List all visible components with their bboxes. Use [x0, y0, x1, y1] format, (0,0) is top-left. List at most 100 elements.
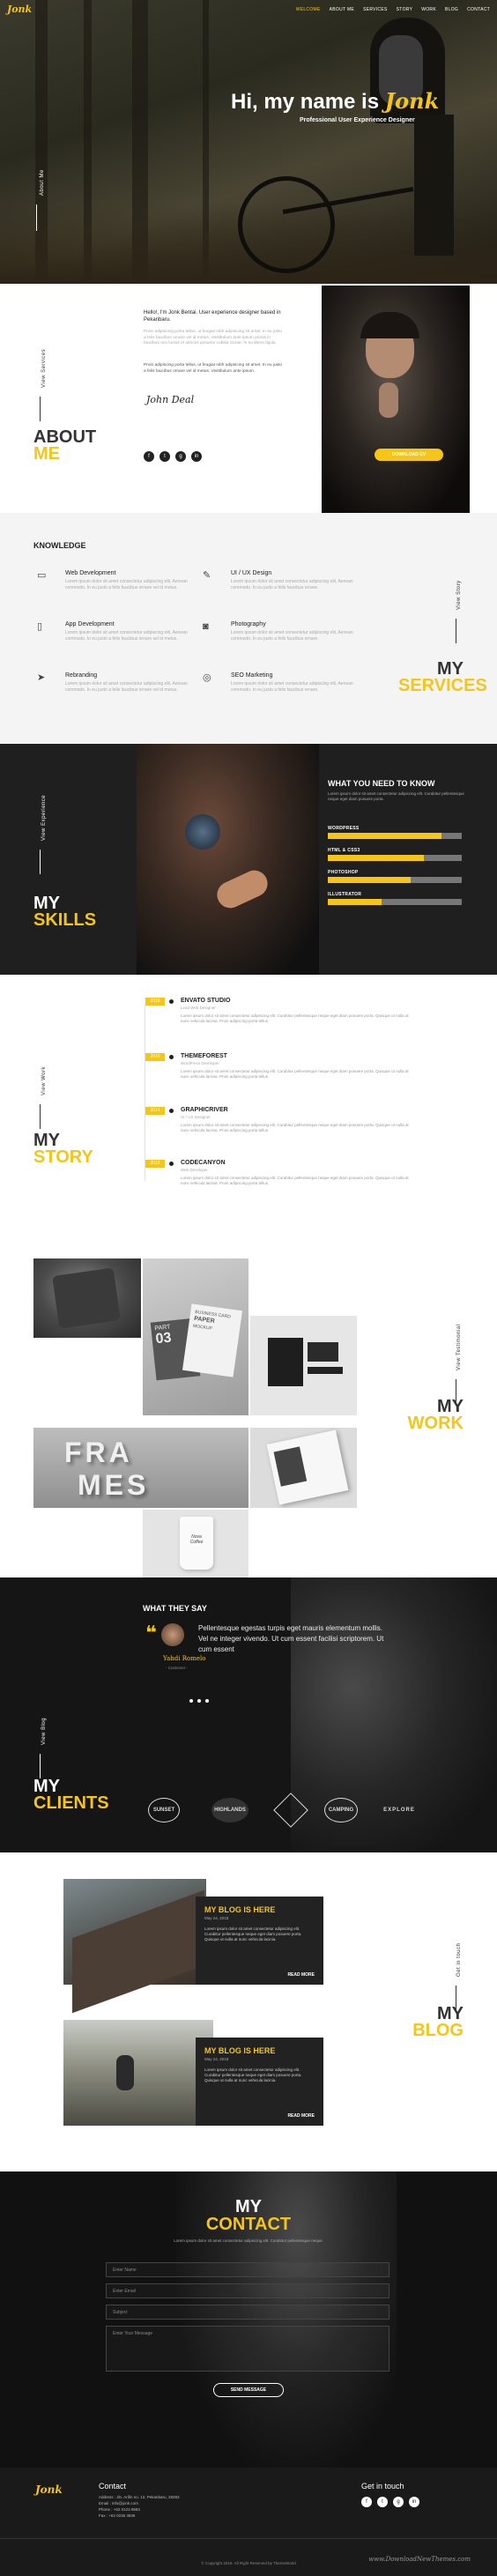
work-title: MY WORK — [407, 1397, 464, 1433]
blog-side-label[interactable]: Get in touch — [456, 1943, 462, 1977]
pen-icon: ✎ — [203, 570, 211, 581]
blog-card: MY BLOG IS HERE May 24, 2018 Lorem ipsum… — [196, 1897, 323, 1985]
nav-item-blog[interactable]: BLOG — [445, 7, 458, 12]
client-logo[interactable]: CAMPING — [324, 1798, 358, 1823]
footer-logo[interactable]: Jonk — [35, 2483, 63, 2496]
slider-dot[interactable] — [189, 1699, 193, 1703]
blog-excerpt: Lorem ipsum dolor sit amet consectetur a… — [204, 2067, 302, 2082]
message-field[interactable]: Enter Your Message — [106, 2326, 389, 2372]
google-plus-icon[interactable]: g — [393, 2497, 404, 2507]
twitter-icon[interactable]: t — [159, 451, 170, 462]
download-cv-button[interactable]: DOWNLOAD CV — [375, 449, 443, 461]
services-side-label[interactable]: View Story — [456, 580, 462, 610]
work-tile-magazine[interactable] — [250, 1428, 357, 1508]
nav-item-about[interactable]: ABOUT ME — [330, 7, 354, 12]
footer-contact-info: Address : Jln. Arifin no. 12, Pekanbaru,… — [99, 2494, 180, 2519]
twitter-icon[interactable]: t — [377, 2497, 388, 2507]
timeline-title: CODECANYON — [181, 1160, 226, 1166]
hero-name: Jonk — [384, 88, 440, 114]
linkedin-icon[interactable]: in — [191, 451, 202, 462]
side-line — [40, 397, 41, 421]
send-message-button[interactable]: SEND MESSAGE — [213, 2383, 284, 2397]
service-title: Rebranding — [65, 672, 98, 679]
side-line — [40, 850, 41, 874]
quote-icon: ❝ — [145, 1622, 157, 1644]
subject-field[interactable]: Subject — [106, 2305, 389, 2320]
service-desc: Lorem ipsum dolor sit amet consectetur a… — [231, 681, 353, 693]
testimonial-dots — [189, 1699, 209, 1703]
story-title: MY STORY — [33, 1131, 93, 1167]
skills-title: MY SKILLS — [33, 894, 97, 930]
email-field[interactable]: Enter Email — [106, 2283, 389, 2298]
side-line — [36, 204, 37, 231]
timeline-subtitle: WordPress Developer — [181, 1061, 219, 1065]
nav-item-work[interactable]: WORK — [421, 7, 436, 12]
services-section: KNOWLEDGE ▭ Web Development Lorem ipsum … — [0, 513, 497, 744]
blog-date: May 24, 2018 — [204, 2057, 229, 2061]
avatar — [161, 1623, 184, 1646]
blog-title[interactable]: MY BLOG IS HERE — [204, 2046, 275, 2055]
tshirt-shape — [52, 1267, 121, 1329]
skills-photo — [137, 744, 319, 975]
service-title: Photography — [231, 621, 266, 627]
service-desc: Lorem ipsum dolor sit amet consectetur a… — [231, 630, 353, 642]
clients-title: MY CLIENTS — [33, 1777, 109, 1813]
nav-item-welcome[interactable]: WELCOME — [296, 7, 321, 12]
blog-image-road[interactable] — [63, 2020, 213, 2126]
hero-section: Hi, my name is Jonk Professional User Ex… — [0, 0, 497, 284]
magazine-shape — [266, 1429, 349, 1505]
hero-side-label[interactable]: About Me — [40, 169, 45, 196]
facebook-icon[interactable]: f — [361, 2497, 372, 2507]
google-plus-icon[interactable]: g — [175, 451, 186, 462]
story-side-label[interactable]: View Work — [41, 1066, 47, 1095]
timeline-subtitle: UI / UX Designer — [181, 1115, 211, 1119]
about-intro: Hello!, I'm Jonk Bentai. User experience… — [144, 310, 281, 323]
timeline-year: 2018 — [145, 998, 165, 1006]
name-field[interactable]: Enter Name — [106, 2262, 389, 2277]
about-para2: Proin adipiscing porta tellus, ut feugia… — [144, 363, 283, 374]
facebook-icon[interactable]: f — [144, 451, 154, 462]
read-more-link[interactable]: READ MORE — [287, 2113, 315, 2119]
blog-image-climber[interactable] — [63, 1879, 206, 2014]
work-tile-stationery[interactable] — [250, 1316, 357, 1415]
client-role: - Customer - — [166, 1666, 189, 1670]
skill-label: HTML & CSS3 — [328, 848, 360, 853]
clients-heading: WHAT THEY SAY — [143, 1604, 207, 1613]
service-title: App Development — [65, 621, 115, 627]
about-side-label[interactable]: View Services — [41, 349, 47, 388]
blog-title[interactable]: MY BLOG IS HERE — [204, 1905, 275, 1914]
skill-bar-fill — [328, 855, 425, 861]
timeline-dot — [169, 1055, 174, 1059]
work-side-label[interactable]: View Testimonial — [456, 1325, 462, 1370]
slider-dot[interactable] — [197, 1699, 201, 1703]
linkedin-icon[interactable]: in — [409, 2497, 419, 2507]
nav-item-contact[interactable]: CONTACT — [467, 7, 490, 12]
client-logo[interactable]: HIGHLANDS — [211, 1798, 248, 1823]
nav-item-services[interactable]: SERVICES — [363, 7, 388, 12]
slider-dot[interactable] — [205, 1699, 209, 1703]
service-desc: Lorem ipsum dolor sit amet consectetur a… — [231, 579, 353, 590]
work-tile-tshirt[interactable] — [33, 1258, 141, 1338]
skill-label: WORDPRESS — [328, 826, 360, 831]
client-logo[interactable]: SUNSET — [148, 1798, 180, 1823]
mobile-icon: ▯ — [37, 621, 43, 632]
read-more-link[interactable]: READ MORE — [287, 1972, 315, 1978]
portrait-photo: DOWNLOAD CV — [322, 286, 470, 513]
logo[interactable]: Jonk — [7, 4, 32, 15]
timeline-dot — [169, 1162, 174, 1166]
skills-side-label[interactable]: View Experience — [41, 795, 47, 841]
skill-bar-fill — [328, 899, 382, 905]
client-name: Yahdi Romelo — [163, 1655, 206, 1662]
contact-section: MY CONTACT Lorem ipsum dolor sit amet co… — [0, 2171, 497, 2468]
skill-bar-fill — [328, 877, 412, 883]
service-title: UI / UX Design — [231, 570, 272, 576]
work-tile-coffee-cup[interactable]: Nova Coffee — [143, 1510, 248, 1578]
work-tile-business-card[interactable]: PART 03 BUSINESS CARD PAPER MOCKUP — [143, 1258, 248, 1415]
footer-phone: Phone : +62 0123 9583 — [99, 2507, 140, 2512]
nav-menu: WELCOME ABOUT ME SERVICES STORY WORK BLO… — [296, 7, 490, 12]
client-logo[interactable]: EXPLORE — [377, 1798, 421, 1823]
nav-item-story[interactable]: STORY — [397, 7, 413, 12]
work-tile-frames[interactable]: FRA MES — [33, 1428, 248, 1508]
clients-side-label[interactable]: View Blog — [41, 1718, 47, 1745]
testimonial-quote: Pellentesque egestas turpis eget mauris … — [198, 1624, 384, 1653]
